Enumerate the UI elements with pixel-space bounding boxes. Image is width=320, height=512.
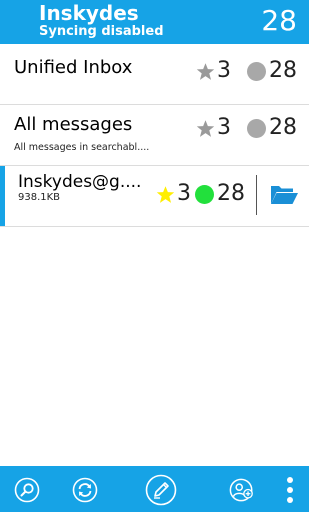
starred-count: 3 (177, 181, 191, 206)
star-icon (156, 185, 175, 203)
overflow-menu-icon (287, 477, 293, 503)
count-group: 3 28 (156, 181, 245, 207)
folder-open-icon (271, 186, 298, 204)
selected-indicator (0, 166, 5, 226)
search-button[interactable] (14, 477, 40, 503)
sync-status: Syncing disabled (39, 24, 164, 39)
total-unread-count: 28 (261, 4, 297, 37)
list-item-unified-inbox[interactable]: Unified Inbox 3 28 (0, 44, 309, 105)
list-item-subtitle: All messages in searchabl.... (14, 142, 150, 153)
starred-count: 3 (217, 115, 231, 140)
sync-button[interactable] (72, 477, 98, 503)
star-icon (196, 62, 215, 80)
account-size: 938.1KB (18, 192, 61, 203)
divider (256, 175, 257, 215)
compose-icon (145, 474, 177, 506)
list-item-title: Unified Inbox (14, 57, 133, 78)
message-count: 28 (217, 181, 245, 206)
overflow-menu-button[interactable] (280, 477, 300, 503)
list-item-title: All messages (14, 114, 133, 135)
list-item-all-messages[interactable]: All messages All messages in searchabl..… (0, 105, 309, 166)
starred-count: 3 (217, 58, 231, 83)
folders-button[interactable] (268, 181, 300, 209)
app-header: Inskydes Syncing disabled 28 (0, 0, 309, 44)
account-email: Inskydes@g.... (18, 172, 142, 192)
message-count: 28 (269, 58, 297, 83)
circle-icon (195, 184, 214, 204)
star-icon (196, 119, 215, 137)
message-count: 28 (269, 115, 297, 140)
app-title: Inskydes (39, 1, 139, 25)
add-account-button[interactable] (229, 477, 255, 503)
add-account-icon (229, 478, 253, 502)
sync-icon (72, 477, 98, 503)
search-icon (14, 477, 40, 503)
list-item-account[interactable]: Inskydes@g.... 938.1KB 3 28 (0, 166, 309, 227)
circle-icon (247, 118, 266, 138)
count-group: 3 28 (196, 115, 297, 141)
bottom-toolbar (0, 466, 309, 512)
circle-icon (247, 61, 266, 81)
compose-button[interactable] (145, 474, 177, 506)
count-group: 3 28 (196, 58, 297, 84)
